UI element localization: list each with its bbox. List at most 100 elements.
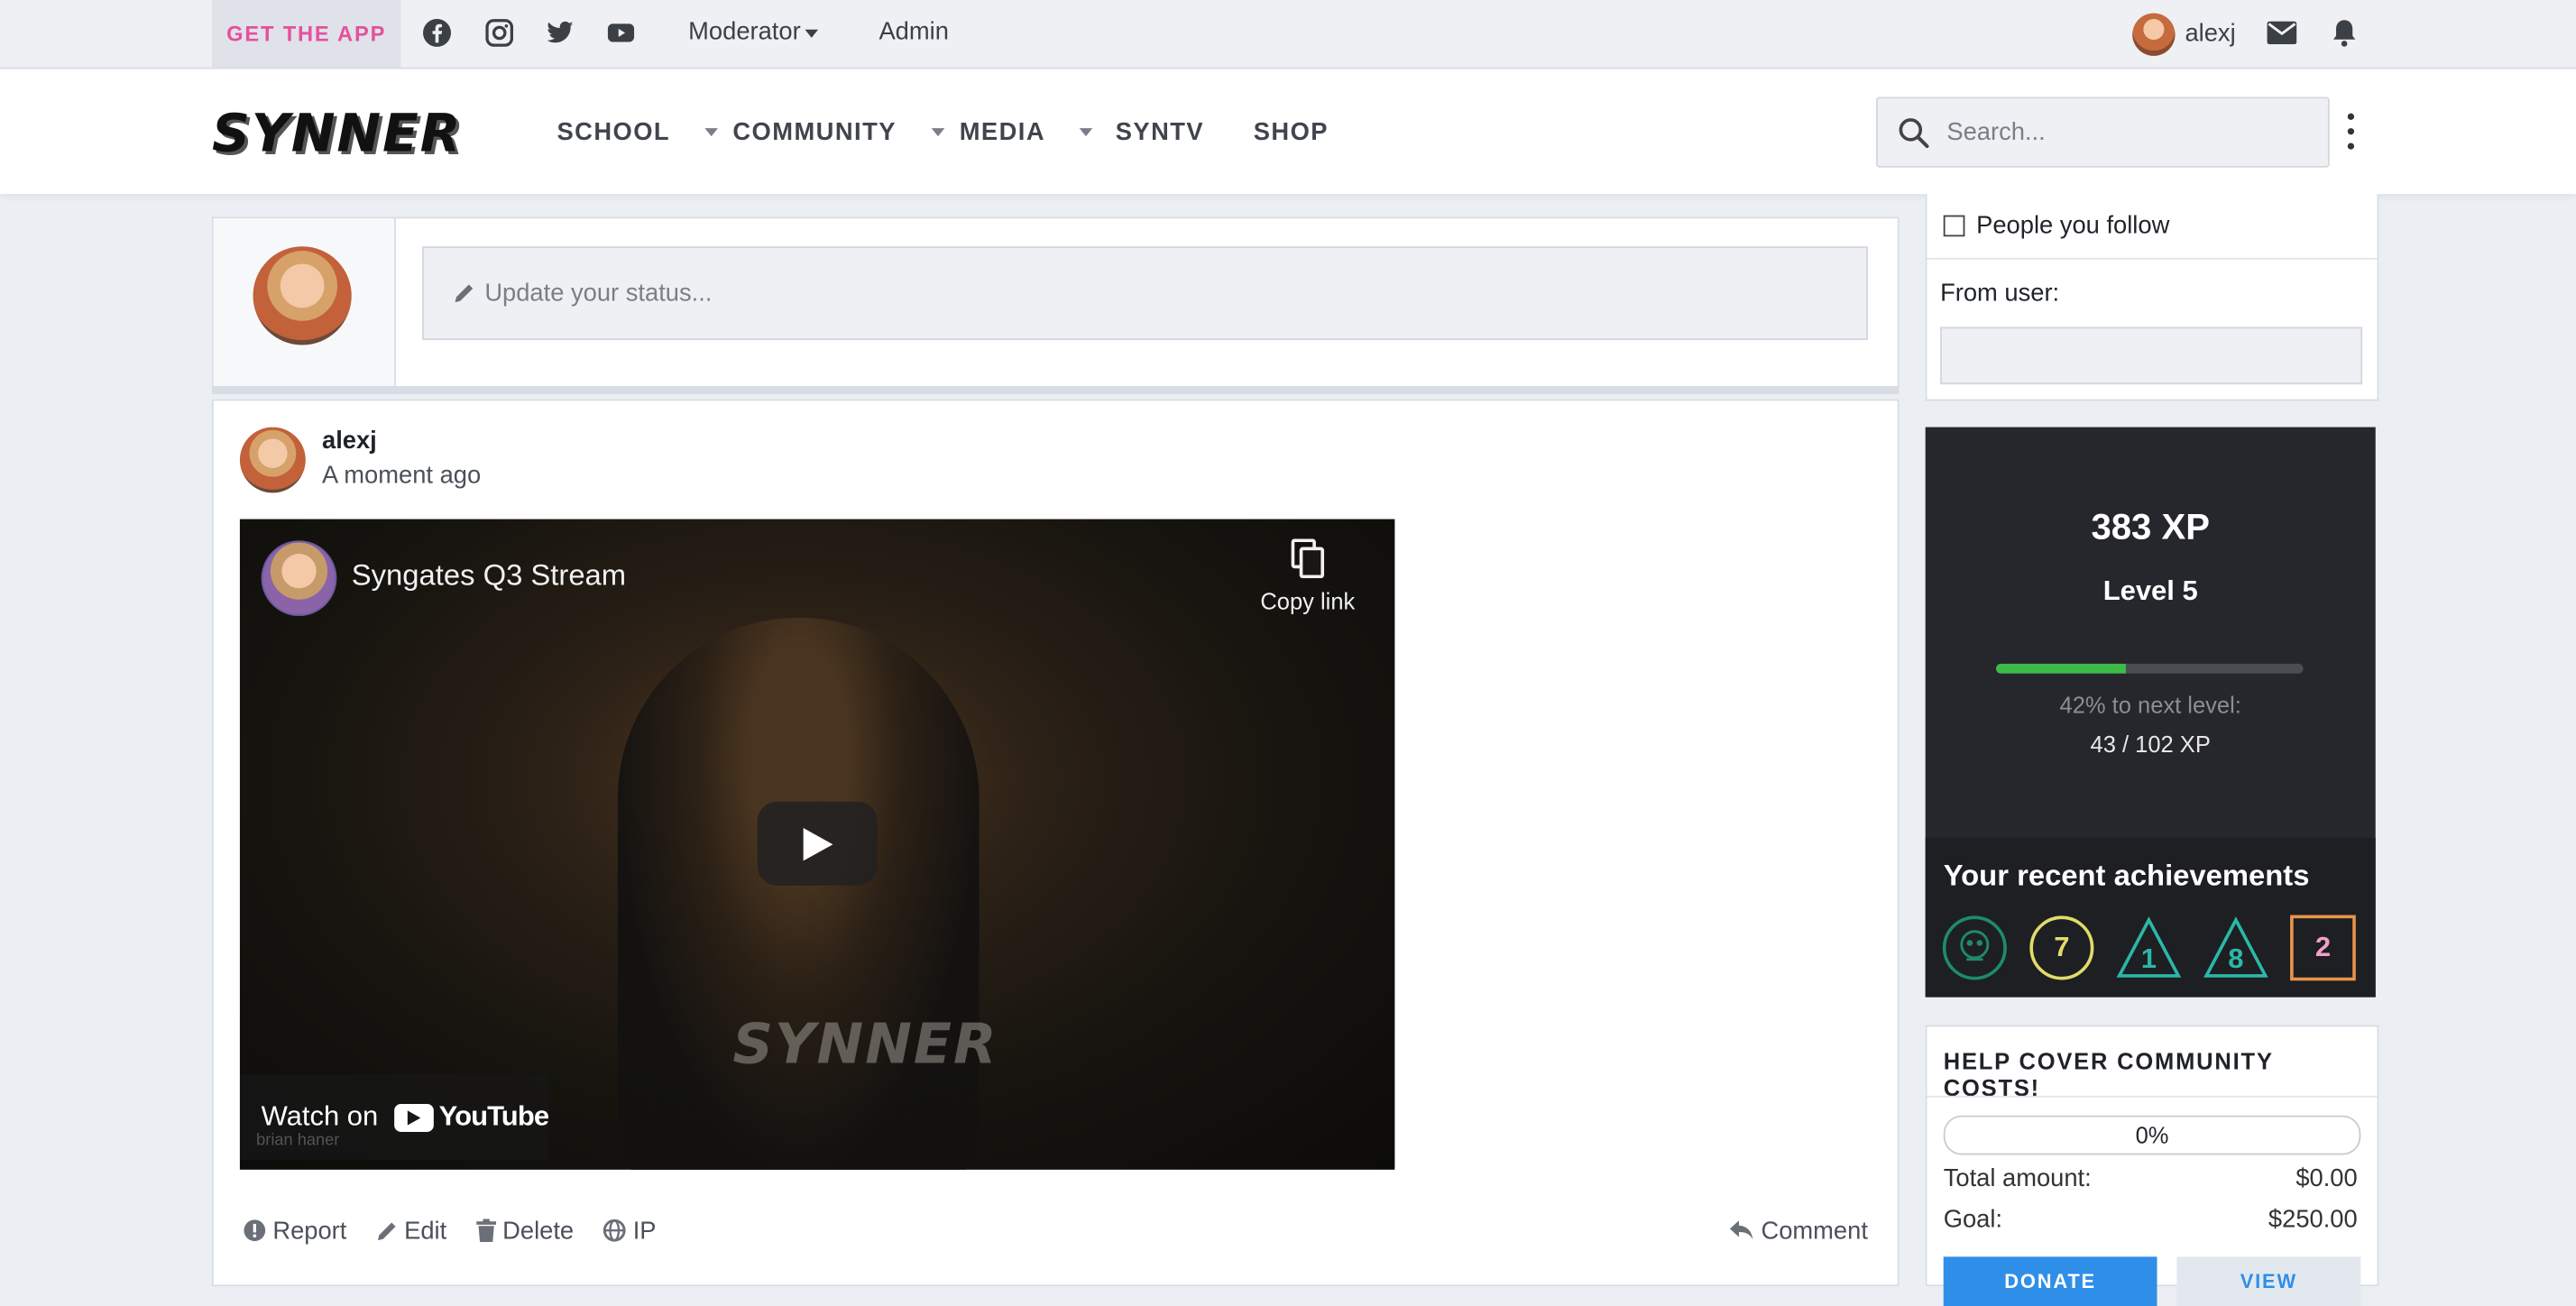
- copy-link-button[interactable]: Copy link: [1242, 538, 1374, 614]
- nav-school[interactable]: SCHOOL: [557, 118, 718, 147]
- status-input[interactable]: Update your status...: [422, 246, 1868, 341]
- edit-button[interactable]: Edit: [376, 1217, 446, 1245]
- achievements-panel: Your recent achievements 7 1 8 2: [1925, 837, 2376, 998]
- user-menu[interactable]: alexj: [2132, 12, 2236, 56]
- exclamation-circle-icon: [244, 1219, 266, 1242]
- xp-next-level-text: 42% to next level:: [2059, 691, 2241, 718]
- moderator-menu[interactable]: Moderator: [688, 18, 819, 46]
- delete-label: Delete: [502, 1216, 575, 1245]
- twitter-icon[interactable]: [546, 18, 575, 48]
- search-icon: [1898, 115, 1930, 148]
- feed-filter-card: People you follow From user:: [1925, 193, 2379, 401]
- badge-8-icon[interactable]: 8: [2203, 915, 2268, 981]
- youtube-wordmark: YouTube: [438, 1100, 549, 1132]
- avatar: [253, 246, 352, 345]
- edit-label: Edit: [404, 1216, 447, 1245]
- nav-syntv[interactable]: SYNTV: [1116, 118, 1204, 146]
- nav-community-label: COMMUNITY: [732, 118, 897, 147]
- video-title[interactable]: Syngates Q3 Stream: [352, 558, 626, 593]
- youtube-icon[interactable]: [606, 18, 636, 48]
- people-you-follow-label: People you follow: [1976, 211, 2170, 240]
- nav-community[interactable]: COMMUNITY: [732, 118, 944, 147]
- goal-value: $250.00: [2268, 1205, 2358, 1234]
- bell-icon[interactable]: [2328, 16, 2360, 49]
- post-actions: Report Edit Delete IP Comment: [214, 1206, 1898, 1255]
- get-the-app-link[interactable]: GET THE APP: [211, 0, 401, 68]
- from-user-label: From user:: [1940, 279, 2060, 308]
- view-button[interactable]: VIEW: [2176, 1256, 2361, 1306]
- youtube-embed[interactable]: SYNNER Syngates Q3 Stream Copy link Watc…: [239, 519, 1395, 1170]
- post-timestamp: A moment ago: [321, 461, 482, 490]
- comment-label: Comment: [1761, 1216, 1868, 1245]
- total-amount-label: Total amount:: [1943, 1164, 2092, 1193]
- pencil-icon: [376, 1219, 398, 1241]
- report-label: Report: [272, 1216, 347, 1245]
- people-you-follow-checkbox[interactable]: [1943, 215, 1965, 237]
- achievement-badges: 7 1 8 2: [1942, 915, 2356, 981]
- play-button[interactable]: [757, 801, 878, 886]
- xp-progress-bar: [1996, 663, 2304, 674]
- copy-icon: [1290, 538, 1326, 579]
- badge-8-label: 8: [2228, 943, 2244, 975]
- ip-button[interactable]: IP: [603, 1217, 657, 1245]
- nav-shop[interactable]: SHOP: [1254, 118, 1329, 146]
- admin-link[interactable]: Admin: [879, 18, 948, 46]
- post-author[interactable]: alexj: [322, 428, 377, 455]
- xp-value: 383 XP: [2091, 505, 2210, 547]
- goal-label: Goal:: [1943, 1205, 2003, 1234]
- synner-logo[interactable]: SYNNER: [212, 102, 501, 164]
- watch-on-label: Watch on: [261, 1100, 379, 1132]
- xp-progress-text: 43 / 102 XP: [2090, 731, 2211, 758]
- nav-media-label: MEDIA: [959, 118, 1046, 147]
- xp-card: 383 XP Level 5 42% to next level: 43 / 1…: [1925, 427, 2376, 998]
- badge-2-icon[interactable]: 2: [2290, 915, 2356, 981]
- skull-badge-icon[interactable]: [1942, 915, 2008, 981]
- facebook-icon[interactable]: [422, 18, 452, 48]
- total-amount-value: $0.00: [2295, 1164, 2358, 1193]
- top-utility-bar: GET THE APP Moderator Admin alexj: [0, 0, 2576, 69]
- badge-1-label: 1: [2140, 943, 2157, 975]
- youtube-logo: YouTube: [394, 1100, 549, 1133]
- donate-button[interactable]: DONATE: [1943, 1256, 2157, 1306]
- comment-button[interactable]: Comment: [1729, 1206, 1868, 1255]
- video-frame-figure: [617, 617, 980, 1170]
- donation-card: HELP COVER COMMUNITY COSTS! 0% Total amo…: [1925, 1025, 2379, 1306]
- badge-2-label: 2: [2314, 931, 2332, 963]
- video-watermark: brian haner: [256, 1131, 340, 1150]
- chevron-down-icon: [931, 128, 944, 137]
- nav-school-label: SCHOOL: [557, 118, 671, 147]
- xp-level: Level 5: [2102, 575, 2198, 607]
- xp-progress-fill: [1996, 663, 2126, 674]
- mail-icon[interactable]: [2266, 16, 2298, 49]
- chevron-down-icon: [1080, 128, 1093, 137]
- status-placeholder: Update your status...: [484, 279, 713, 308]
- pencil-icon: [454, 282, 475, 304]
- video-shirt-text: SYNNER: [732, 1011, 998, 1078]
- badge-1-icon[interactable]: 1: [2116, 915, 2182, 981]
- instagram-icon[interactable]: [484, 18, 514, 48]
- badge-7-icon[interactable]: 7: [2029, 915, 2094, 981]
- channel-avatar[interactable]: [261, 540, 337, 617]
- avatar[interactable]: [239, 427, 306, 493]
- report-button[interactable]: Report: [244, 1216, 347, 1245]
- ip-label: IP: [632, 1216, 657, 1245]
- more-menu-icon[interactable]: [2341, 113, 2360, 150]
- search-bar[interactable]: [1876, 97, 2330, 168]
- nav-shop-label: SHOP: [1253, 118, 1329, 147]
- status-composer: Update your status...: [211, 216, 1900, 395]
- donation-total-row: Total amount: $0.00: [1944, 1164, 2358, 1192]
- donation-title: HELP COVER COMMUNITY COSTS!: [1943, 1048, 2274, 1101]
- delete-button[interactable]: Delete: [476, 1217, 574, 1245]
- divider: [1927, 1095, 2378, 1098]
- chevron-down-icon: [704, 128, 718, 137]
- trash-icon: [476, 1219, 496, 1242]
- nav-syntv-label: SYNTV: [1115, 118, 1205, 147]
- avatar: [2132, 12, 2176, 56]
- achievements-title: Your recent achievements: [1943, 859, 2310, 893]
- search-input[interactable]: [1943, 116, 2312, 148]
- reply-icon: [1729, 1220, 1753, 1240]
- username: alexj: [2185, 19, 2236, 48]
- from-user-input[interactable]: [1940, 326, 2363, 385]
- people-you-follow-option[interactable]: People you follow: [1927, 194, 2378, 260]
- nav-media[interactable]: MEDIA: [960, 118, 1093, 146]
